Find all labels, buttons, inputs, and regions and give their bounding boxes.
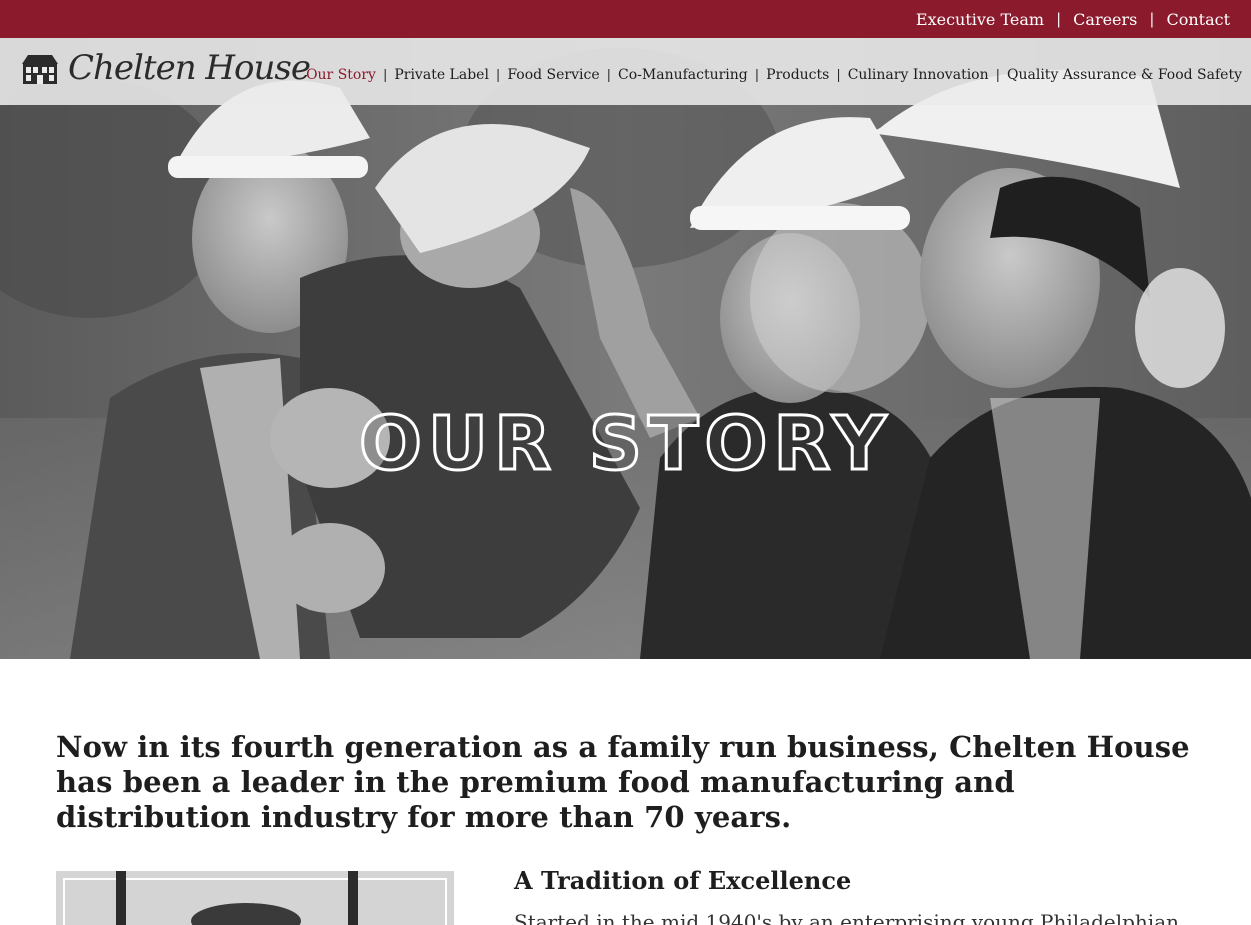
main-nav: Our Story | Private Label | Food Service… — [306, 67, 1242, 83]
nav-separator: | — [1056, 10, 1062, 28]
nav-item-quality-assurance[interactable]: Quality Assurance & Food Safety — [1007, 67, 1242, 83]
nav-item-products[interactable]: Products — [766, 67, 829, 83]
hero-banner: OUR STORY OUR STORY — [0, 38, 1251, 659]
nav-item-co-manufacturing[interactable]: Co-Manufacturing — [618, 67, 748, 83]
utility-nav: Executive Team | Careers | Contact — [0, 0, 1251, 38]
brand-wordmark: Chelten House — [68, 48, 311, 88]
founder-photo — [56, 871, 454, 925]
nav-separator: | — [995, 67, 1001, 83]
hero-title: OUR STORY — [358, 400, 892, 489]
nav-item-food-service[interactable]: Food Service — [507, 67, 599, 83]
nav-item-our-story[interactable]: Our Story — [306, 67, 376, 83]
hero-family-photo — [0, 38, 1251, 659]
nav-separator: | — [495, 67, 501, 83]
nav-item-culinary-innovation[interactable]: Culinary Innovation — [848, 67, 989, 83]
nav-separator: | — [836, 67, 841, 83]
nav-separator: | — [606, 67, 612, 83]
nav-item-private-label[interactable]: Private Label — [394, 67, 489, 83]
section-heading: A Tradition of Excellence — [514, 866, 852, 895]
chelten-house-logo[interactable]: Chelten House — [20, 48, 311, 94]
nav-separator: | — [754, 67, 760, 83]
house-icon — [22, 55, 58, 84]
contact-link[interactable]: Contact — [1166, 10, 1230, 29]
nav-separator: | — [382, 67, 388, 83]
intro-statement: Now in its fourth generation as a family… — [56, 730, 1190, 834]
nav-separator: | — [1149, 10, 1155, 28]
executive-team-link[interactable]: Executive Team — [916, 10, 1044, 29]
site-header: Chelten House Our Story | Private Label … — [0, 38, 1251, 105]
founder-photo-image — [56, 871, 454, 925]
careers-link[interactable]: Careers — [1073, 10, 1137, 29]
section-body: Started in the mid 1940's by an enterpri… — [514, 910, 1180, 925]
